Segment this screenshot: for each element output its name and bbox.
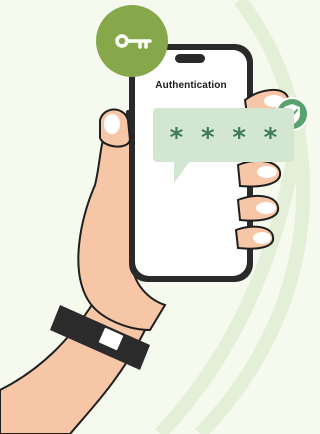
pin-char: * xyxy=(231,123,247,153)
screen-title: Authentication xyxy=(155,80,227,91)
pin-bubble-tail xyxy=(174,161,190,183)
key-badge xyxy=(96,5,168,77)
pin-char: * xyxy=(168,123,185,153)
pin-char: * xyxy=(200,123,216,153)
auth-illustration: Authentication * * * * xyxy=(0,0,310,434)
pin-bubble: * * * * xyxy=(153,108,294,162)
illustration-art xyxy=(0,0,310,434)
pin-char: * xyxy=(262,123,279,153)
pin-row: * * * * xyxy=(153,108,294,162)
